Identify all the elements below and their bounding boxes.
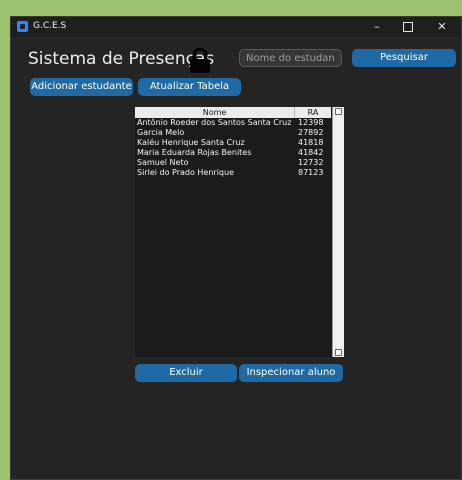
maximize-icon bbox=[403, 22, 413, 32]
cell-ra: 12732 bbox=[298, 158, 324, 167]
page-title: Sistema de Presenças bbox=[28, 49, 215, 69]
minimize-button[interactable]: – bbox=[361, 18, 393, 36]
student-name-search-input[interactable] bbox=[239, 49, 342, 67]
maximize-button[interactable] bbox=[392, 18, 424, 36]
cell-ra: 41842 bbox=[298, 148, 324, 157]
cell-name: Antônio Roeder dos Santos Santa Cruz bbox=[137, 118, 292, 127]
app-logo-icon bbox=[17, 21, 28, 32]
add-student-button[interactable]: Adicionar estudante bbox=[30, 78, 133, 96]
lock-icon bbox=[190, 48, 210, 73]
title-bar[interactable]: G.C.E.S – ✕ bbox=[11, 17, 461, 37]
table-row[interactable]: Samuel Neto 12732 bbox=[135, 158, 331, 168]
close-icon: ✕ bbox=[437, 20, 447, 33]
students-table[interactable]: Nome RA Antônio Roeder dos Santos Santa … bbox=[135, 107, 344, 357]
scroll-down-icon[interactable] bbox=[335, 349, 342, 356]
cell-ra: 12398 bbox=[298, 118, 324, 127]
cell-name: Maria Eduarda Rojas Benites bbox=[137, 148, 252, 157]
minimize-icon: – bbox=[374, 20, 380, 33]
close-button[interactable]: ✕ bbox=[426, 18, 458, 36]
table-body: Antônio Roeder dos Santos Santa Cruz 123… bbox=[135, 118, 331, 178]
table-row[interactable]: Garcia Melo 27892 bbox=[135, 128, 331, 138]
column-header-name[interactable]: Nome bbox=[135, 107, 295, 118]
cell-name: Sirlei do Prado Henrique bbox=[137, 168, 234, 177]
refresh-table-button[interactable]: Atualizar Tabela bbox=[138, 78, 241, 96]
table-header: Nome RA bbox=[135, 107, 331, 118]
scroll-up-icon[interactable] bbox=[335, 108, 342, 115]
table-row[interactable]: Antônio Roeder dos Santos Santa Cruz 123… bbox=[135, 118, 331, 128]
cell-name: Samuel Neto bbox=[137, 158, 189, 167]
cell-name: Garcia Melo bbox=[137, 128, 185, 137]
table-row[interactable]: Kaléu Henrique Santa Cruz 41818 bbox=[135, 138, 331, 148]
table-row[interactable]: Sirlei do Prado Henrique 87123 bbox=[135, 168, 331, 178]
cell-ra: 87123 bbox=[298, 168, 324, 177]
column-header-ra[interactable]: RA bbox=[295, 107, 331, 118]
inspect-student-button[interactable]: Inspecionar aluno bbox=[239, 364, 343, 382]
delete-button[interactable]: Excluir bbox=[135, 364, 237, 382]
app-window: G.C.E.S – ✕ Sistema de Presenças Pesquis… bbox=[10, 16, 462, 480]
table-row[interactable]: Maria Eduarda Rojas Benites 41842 bbox=[135, 148, 331, 158]
table-scrollbar[interactable] bbox=[332, 107, 344, 357]
search-button[interactable]: Pesquisar bbox=[352, 49, 456, 67]
cell-name: Kaléu Henrique Santa Cruz bbox=[137, 138, 245, 147]
cell-ra: 27892 bbox=[298, 128, 324, 137]
window-title: G.C.E.S bbox=[33, 21, 67, 31]
cell-ra: 41818 bbox=[298, 138, 324, 147]
